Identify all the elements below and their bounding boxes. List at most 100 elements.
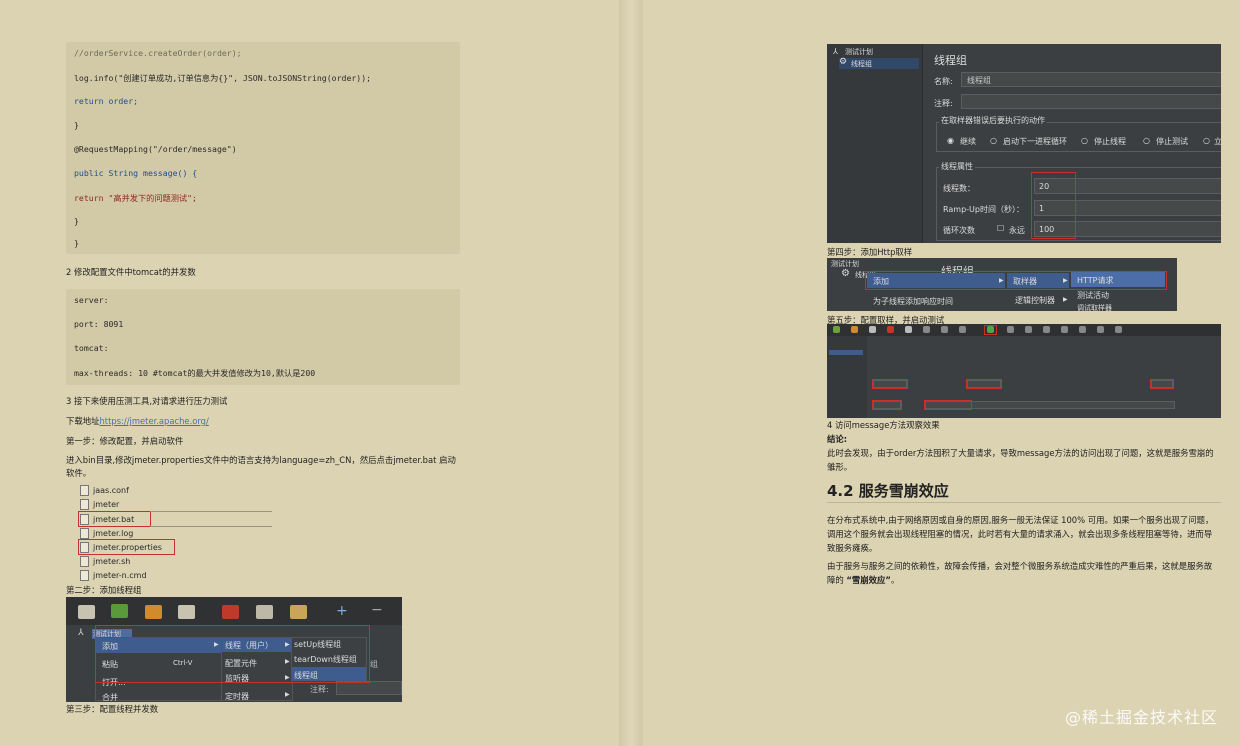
gear-icon: ⚙ bbox=[839, 57, 848, 67]
third-step: 第三步：配置线程并发数 bbox=[66, 704, 159, 714]
name-field[interactable] bbox=[961, 72, 1221, 87]
toolbar-icon[interactable] bbox=[833, 326, 840, 333]
toolbar-icon[interactable] bbox=[1025, 326, 1032, 333]
jmeter-http-menu-screenshot: 测试计划 ⚙ 线程组 线程组 添加 ▶ 取样器 ▶ HTTP请求 测试活动 调试… bbox=[827, 258, 1177, 311]
option-stop-now: 立 bbox=[1214, 137, 1221, 146]
watermark: @稀土掘金技术社区 bbox=[1064, 708, 1218, 727]
forever-checkbox-icon[interactable]: ☐ bbox=[997, 224, 1004, 233]
option-stop-thread: 停止线程 bbox=[1094, 137, 1126, 146]
panel-title: 线程组 bbox=[934, 54, 967, 67]
gear-icon: ⚙ bbox=[841, 268, 850, 279]
code-line: log.info("创建订单成功,订单信息为{}", JSON.toJSONSt… bbox=[74, 73, 372, 83]
radio-continue-icon[interactable]: ◉ bbox=[947, 136, 954, 145]
template-icon[interactable] bbox=[111, 604, 128, 618]
tree-root-icon: ⅄ bbox=[833, 47, 838, 56]
toolbar-icon[interactable] bbox=[1043, 326, 1050, 333]
forever-label: 永远 bbox=[1009, 226, 1025, 235]
comment-field[interactable] bbox=[961, 94, 1221, 109]
comment-label: 注释: bbox=[310, 685, 329, 694]
highlight-box bbox=[865, 271, 1167, 290]
radio-stop-now-icon[interactable]: ○ bbox=[1203, 136, 1210, 145]
conclusion-text: 此时会发现，由于order方法囤积了大量请求，导致message方法的访问出现了… bbox=[827, 448, 1214, 472]
file-item: jmeter-n.cmd bbox=[80, 569, 147, 582]
toolbar-icon[interactable] bbox=[851, 326, 858, 333]
code-line: max-threads: 10 #tomcat的最大并发值修改为10,默认是20… bbox=[74, 368, 316, 378]
conclusion-label: 结论: bbox=[827, 434, 848, 444]
file-icon bbox=[80, 556, 89, 567]
open-icon[interactable] bbox=[145, 605, 162, 619]
toolbar-icon[interactable] bbox=[1061, 326, 1068, 333]
file-icon bbox=[80, 570, 89, 581]
code-line: return order; bbox=[74, 96, 139, 106]
comment-label: 注释: bbox=[934, 99, 953, 108]
submenu-item-extra[interactable]: 调试取样器 bbox=[1077, 303, 1112, 311]
code-line: //orderService.createOrder(order); bbox=[74, 48, 242, 58]
paste-icon[interactable] bbox=[290, 605, 307, 619]
collapse-icon[interactable]: − bbox=[371, 602, 383, 618]
tree-child[interactable]: 线程组 bbox=[851, 59, 872, 69]
highlight-box bbox=[984, 325, 997, 335]
file-item: jaas.conf bbox=[80, 484, 129, 497]
file-icon bbox=[80, 485, 89, 496]
copy-icon[interactable] bbox=[256, 605, 273, 619]
toolbar-icon[interactable] bbox=[1007, 326, 1014, 333]
first-step: 第一步：修改配置，并启动软件 bbox=[66, 436, 184, 446]
highlight-box bbox=[95, 625, 370, 683]
submenu-arrow-icon: ▶ bbox=[285, 691, 290, 698]
radio-stop-thread-icon[interactable]: ○ bbox=[1081, 136, 1088, 145]
option-next-loop: 启动下一进程循环 bbox=[1003, 137, 1067, 146]
toolbar-icon[interactable] bbox=[887, 326, 894, 333]
radio-next-loop-icon[interactable]: ○ bbox=[990, 136, 997, 145]
tree-panel bbox=[827, 336, 867, 418]
file-icon bbox=[80, 499, 89, 510]
download-prefix: 下载地址 bbox=[66, 416, 100, 426]
file-item: jmeter bbox=[80, 498, 119, 511]
highlight-box bbox=[1031, 172, 1076, 239]
thread-props-legend: 线程属性 bbox=[939, 161, 975, 172]
toolbar-icon[interactable] bbox=[1079, 326, 1086, 333]
paragraph-1: 在分布式系统中,由于网络原因或自身的原因,服务一般无法保证 100% 可用。如果… bbox=[827, 515, 1214, 553]
code-line: } bbox=[74, 238, 79, 248]
submenu-item-timer[interactable]: 定时器 bbox=[225, 691, 249, 702]
toolbar-icon[interactable] bbox=[959, 326, 966, 333]
first-step-desc: 进入bin目录,修改jmeter.properties文件中的语言支持为lang… bbox=[66, 455, 456, 478]
step3-text: 3 接下来使用压测工具,对请求进行压力测试 bbox=[66, 396, 228, 406]
radio-stop-test-icon[interactable]: ○ bbox=[1143, 136, 1150, 145]
toolbar-icon[interactable] bbox=[1097, 326, 1104, 333]
highlight-box bbox=[872, 379, 908, 389]
cut-icon[interactable] bbox=[222, 605, 239, 619]
toolbar-icon[interactable] bbox=[1115, 326, 1122, 333]
expand-icon[interactable]: + bbox=[336, 603, 348, 619]
tree-panel bbox=[827, 44, 923, 243]
toolbar-icon[interactable] bbox=[923, 326, 930, 333]
download-line: 下载地址https://jmeter.apache.org/ bbox=[66, 415, 209, 427]
submenu-item-debug[interactable]: 测试活动 bbox=[1077, 290, 1109, 301]
jmeter-add-menu-screenshot: + − ⅄ 测试计划 添加 ▶ 粘贴 Ctrl-V 打开... 合并 线程（用户… bbox=[66, 597, 402, 702]
comment-field[interactable] bbox=[336, 681, 402, 695]
tree-root-icon: ⅄ bbox=[78, 628, 84, 638]
highlight-box bbox=[78, 511, 151, 527]
file-icon bbox=[80, 528, 89, 539]
step4-text: 第四步：添加Http取样 bbox=[827, 247, 913, 257]
name-value: 线程组 bbox=[967, 76, 991, 85]
option-continue: 继续 bbox=[960, 137, 976, 146]
menu-item-merge[interactable]: 合并 bbox=[102, 692, 118, 702]
name-label: 名称: bbox=[934, 77, 953, 86]
tree-root[interactable]: 测试计划 bbox=[845, 47, 873, 57]
submenu-item-logic[interactable]: 逻辑控制器 bbox=[1015, 295, 1055, 306]
divider bbox=[150, 526, 272, 527]
new-icon[interactable] bbox=[78, 605, 95, 619]
section-heading: 4.2 服务雪崩效应 bbox=[827, 482, 949, 500]
download-link[interactable]: https://jmeter.apache.org/ bbox=[100, 416, 209, 426]
code-line: return "高并发下的问题测试"; bbox=[74, 193, 197, 203]
option-stop-test: 停止测试 bbox=[1156, 137, 1188, 146]
toolbar-icon[interactable] bbox=[905, 326, 912, 333]
code-line: @RequestMapping("/order/message") bbox=[74, 144, 237, 154]
file-item: jmeter.sh bbox=[80, 555, 130, 568]
jmeter-sampler-config-screenshot bbox=[827, 324, 1221, 418]
menu-item-hint[interactable]: 为子线程添加响应时间 bbox=[873, 296, 953, 307]
toolbar-icon[interactable] bbox=[941, 326, 948, 333]
save-icon[interactable] bbox=[178, 605, 195, 619]
highlight-box bbox=[78, 539, 175, 555]
toolbar-icon[interactable] bbox=[869, 326, 876, 333]
